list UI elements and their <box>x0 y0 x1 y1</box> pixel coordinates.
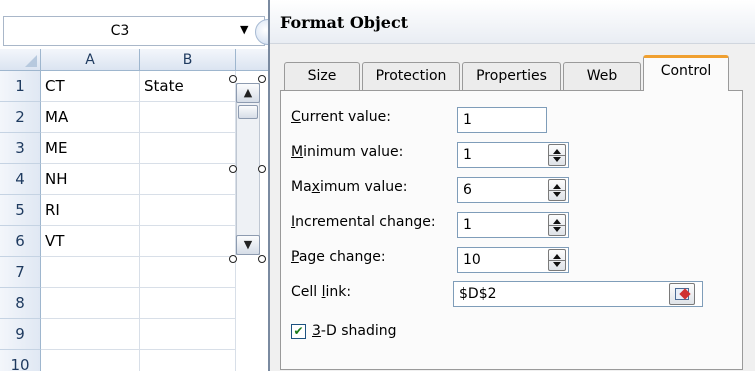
tab-web[interactable]: Web <box>563 62 641 90</box>
maximum-value-spinner-icon[interactable] <box>548 179 566 201</box>
current-value-label: Current value: <box>291 109 391 125</box>
tab-control[interactable]: Control <box>643 55 729 91</box>
formula-bar-button-icon[interactable] <box>255 19 268 45</box>
scrollbar-thumb[interactable] <box>238 105 258 119</box>
dialog-title: Format Object <box>280 13 409 32</box>
incremental-change-spinner-icon[interactable] <box>548 214 566 236</box>
cell-a4[interactable]: NH <box>41 164 140 195</box>
name-box-value: C3 <box>110 23 130 39</box>
maximum-value-label: Maximum value: <box>291 179 408 195</box>
select-all-triangle-icon <box>25 55 37 67</box>
select-all-corner[interactable] <box>0 49 41 71</box>
incremental-change-label: Incremental change: <box>291 214 436 230</box>
row-header[interactable]: 8 <box>0 288 41 319</box>
row-header[interactable]: 1 <box>0 71 41 102</box>
cell-b7[interactable] <box>140 257 236 288</box>
cell-a2[interactable]: MA <box>41 102 140 133</box>
tab-size[interactable]: Size <box>284 62 360 90</box>
cell-a7[interactable] <box>41 257 140 288</box>
cell-b8[interactable] <box>140 288 236 319</box>
shading-label[interactable]: 3-D shading <box>312 323 397 339</box>
row-header[interactable]: 6 <box>0 226 41 257</box>
cell-b10[interactable] <box>140 350 236 371</box>
cell-a10[interactable] <box>41 350 140 371</box>
row-header[interactable]: 7 <box>0 257 41 288</box>
row-header[interactable]: 5 <box>0 195 41 226</box>
cell-link-label: Cell link: <box>291 284 352 300</box>
column-header-a[interactable]: A <box>41 49 140 71</box>
selection-handle-icon[interactable] <box>229 165 237 173</box>
shading-checkbox[interactable]: ✔ <box>291 324 306 339</box>
name-box[interactable]: C3 ▼ <box>3 16 268 46</box>
cell-b5[interactable] <box>140 195 236 226</box>
row-header[interactable]: 4 <box>0 164 41 195</box>
selection-handle-icon[interactable] <box>258 75 266 83</box>
page-change-label: Page change: <box>291 249 386 265</box>
cell-a6[interactable]: VT <box>41 226 140 257</box>
cell-b3[interactable] <box>140 133 236 164</box>
selection-handle-icon[interactable] <box>258 165 266 173</box>
cell-b1[interactable]: State <box>140 71 236 102</box>
collapse-dialog-button-icon[interactable] <box>669 283 695 305</box>
row-header[interactable]: 2 <box>0 102 41 133</box>
selection-handle-icon[interactable] <box>229 75 237 83</box>
cell-link-field[interactable]: $D$2 <box>453 281 703 307</box>
minimum-value-label: Minimum value: <box>291 144 404 160</box>
column-header-c[interactable] <box>236 49 268 71</box>
selection-handle-icon[interactable] <box>229 255 237 263</box>
cell-a9[interactable] <box>41 319 140 350</box>
tab-protection[interactable]: Protection <box>362 62 460 90</box>
cell-b4[interactable] <box>140 164 236 195</box>
cell-a3[interactable]: ME <box>41 133 140 164</box>
cell-b9[interactable] <box>140 319 236 350</box>
cell-a1[interactable]: CT <box>41 71 140 102</box>
scroll-down-arrow-icon[interactable]: ▼ <box>236 235 260 255</box>
row-header[interactable]: 9 <box>0 319 41 350</box>
name-box-dropdown-icon[interactable]: ▼ <box>240 23 248 36</box>
cell-b2[interactable] <box>140 102 236 133</box>
excel-sheet: C3 ▼ A B 1 CT State 2 MA 3 ME 4 NH 5 RI … <box>0 0 268 371</box>
cell-b6[interactable] <box>140 226 236 257</box>
tab-properties[interactable]: Properties <box>462 62 561 90</box>
cell-a5[interactable]: RI <box>41 195 140 226</box>
selection-handle-icon[interactable] <box>258 255 266 263</box>
page-change-spinner-icon[interactable] <box>548 249 566 271</box>
minimum-value-spinner-icon[interactable] <box>548 144 566 166</box>
dialog-titlebar[interactable]: Format Object <box>270 0 755 44</box>
row-header[interactable]: 3 <box>0 133 41 164</box>
cell-a8[interactable] <box>41 288 140 319</box>
row-header[interactable]: 10 <box>0 350 41 371</box>
current-value-field[interactable]: 1 <box>457 107 547 133</box>
column-header-b[interactable]: B <box>140 49 236 71</box>
scroll-up-arrow-icon[interactable]: ▲ <box>236 83 260 103</box>
